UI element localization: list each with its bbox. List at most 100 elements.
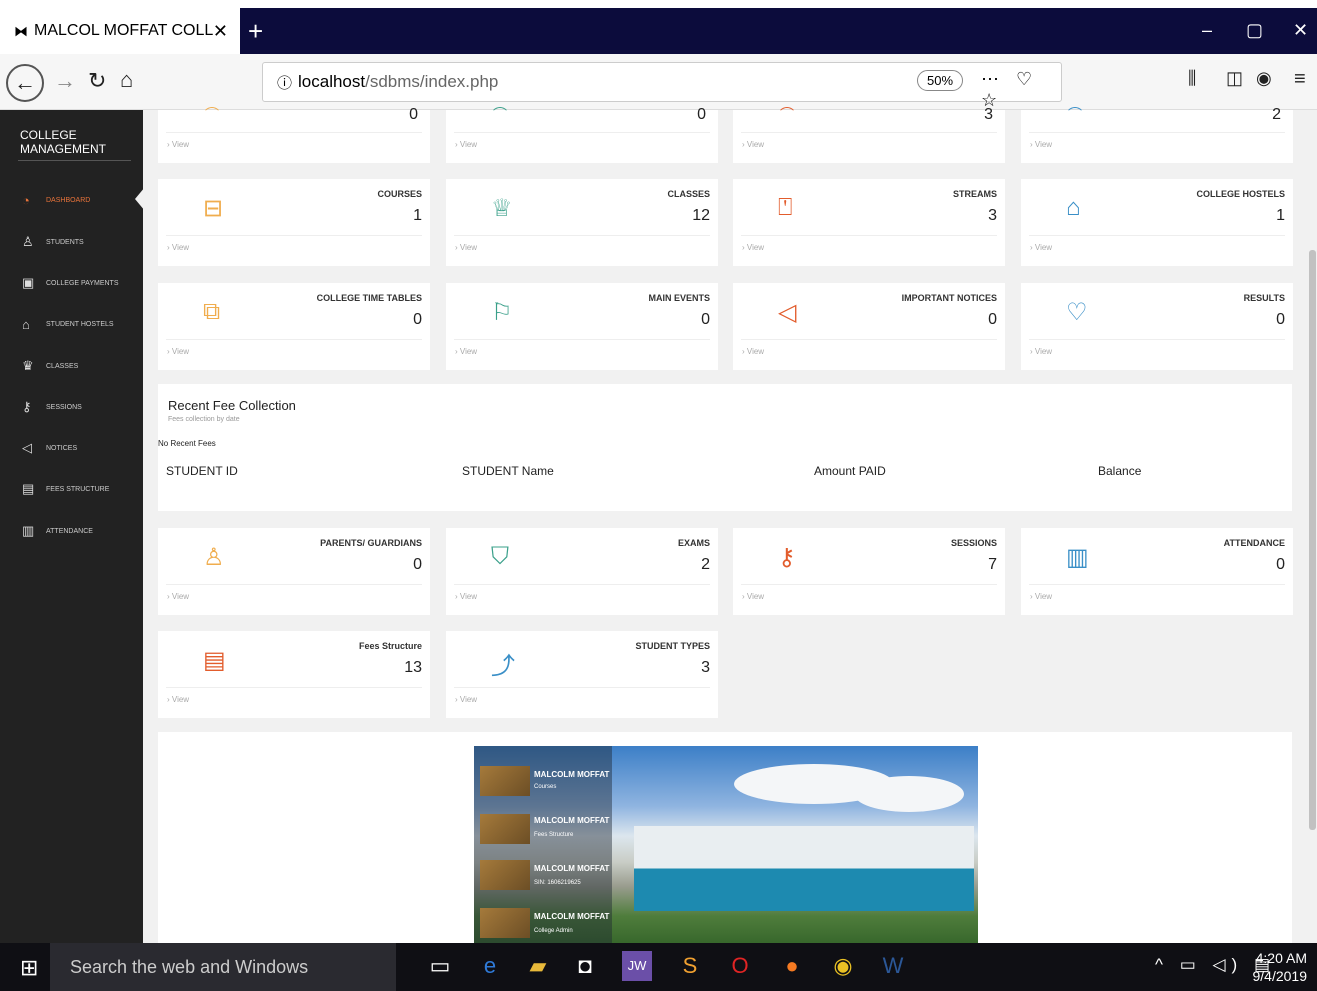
- view-link[interactable]: › View: [167, 695, 189, 704]
- stat-card-partial[interactable]: ⌒ 3 › View: [733, 106, 1005, 163]
- home-icon: ⌂: [1066, 194, 1081, 221]
- extension-icon[interactable]: ◉: [1256, 68, 1272, 89]
- view-link[interactable]: › View: [455, 140, 477, 149]
- sidebar-item-payments[interactable]: ▣ College Payments: [0, 271, 143, 295]
- page-actions[interactable]: ⋯ ♡ ☆: [981, 69, 1061, 111]
- stat-card-partial[interactable]: ⌒ 2 › View: [1021, 106, 1293, 163]
- card-value: 0: [1276, 556, 1285, 573]
- stat-card-events[interactable]: ⚐ MAIN EVENTS 0 › View: [446, 283, 718, 370]
- view-link[interactable]: › View: [167, 347, 189, 356]
- card-value: 0: [701, 311, 710, 328]
- document-icon: ▤: [203, 647, 226, 674]
- panel-subtitle: Fees collection by date: [168, 416, 240, 423]
- view-link[interactable]: › View: [1030, 140, 1052, 149]
- stat-card-timetables[interactable]: ⧉ COLLEGE TIME TABLES 0 › View: [158, 283, 430, 370]
- word-icon[interactable]: W: [878, 951, 908, 981]
- store-icon[interactable]: ◘: [570, 951, 600, 981]
- photo-slider-panel: MALCOLM MOFFAT Courses MALCOLM MOFFAT Fe…: [158, 732, 1292, 943]
- sidebar-item-fees[interactable]: ▤ Fees Structure: [0, 477, 143, 501]
- jw-app-icon[interactable]: JW: [622, 951, 652, 981]
- sublime-icon[interactable]: S: [675, 951, 705, 981]
- windows-start-icon[interactable]: ⊞: [20, 955, 38, 981]
- stat-card-sessions[interactable]: ⚷ SESSIONS 7 › View: [733, 528, 1005, 615]
- payment-icon: ▣: [22, 275, 35, 290]
- close-window-icon[interactable]: ✕: [1293, 20, 1308, 41]
- stat-card-parents[interactable]: ♙ PARENTS/ GUARDIANS 0 › View: [158, 528, 430, 615]
- clock[interactable]: 4:20 AM 9/4/2019: [1253, 949, 1308, 985]
- stat-card-attendance[interactable]: ▥ ATTENDANCE 0 › View: [1021, 528, 1293, 615]
- sidebar-item-sessions[interactable]: ⚷ Sessions: [0, 395, 143, 419]
- stat-card-partial[interactable]: ⌒ 0 › View: [158, 106, 430, 163]
- stat-card-fees-structure[interactable]: ▤ Fees Structure 13 › View: [158, 631, 430, 718]
- sidebar-item-dashboard[interactable]: ◔ Dashboard: [0, 188, 143, 212]
- card-label: ATTENDANCE: [1223, 538, 1285, 548]
- slide-thumb[interactable]: [480, 908, 530, 938]
- new-tab-button[interactable]: +: [248, 16, 263, 47]
- stat-card-notices[interactable]: ◁ IMPORTANT NOTICES 0 › View: [733, 283, 1005, 370]
- zoom-indicator[interactable]: 50%: [917, 70, 964, 91]
- view-link[interactable]: › View: [455, 347, 477, 356]
- card-label: EXAMS: [677, 538, 710, 548]
- sidebar-item-notices[interactable]: ◁ Notices: [0, 436, 143, 460]
- minimize-icon[interactable]: –: [1202, 20, 1212, 41]
- sidebar-item-attendance[interactable]: ▥ Attendance: [0, 519, 143, 543]
- stat-card-streams[interactable]: ⍞ STREAMS 3 › View: [733, 179, 1005, 266]
- view-link[interactable]: › View: [742, 140, 764, 149]
- card-icon: ⌒: [780, 106, 794, 122]
- view-link[interactable]: › View: [455, 695, 477, 704]
- stat-card-classes[interactable]: ♕ CLASSES 12 › View: [446, 179, 718, 266]
- stat-card-exams[interactable]: ⛉ EXAMS 2 › View: [446, 528, 718, 615]
- stat-card-courses[interactable]: ⊟ COURSES 1 › View: [158, 179, 430, 266]
- slide-thumb[interactable]: [480, 766, 530, 796]
- edge-icon[interactable]: e: [475, 951, 505, 981]
- library-icon[interactable]: ⫼: [1188, 68, 1196, 89]
- panel-title: Recent Fee Collection: [168, 398, 296, 413]
- home-button[interactable]: ⌂: [120, 67, 133, 93]
- task-view-icon[interactable]: ▭: [425, 951, 455, 981]
- view-link[interactable]: › View: [742, 243, 764, 252]
- sidebar-item-classes[interactable]: ♛ Classes: [0, 354, 143, 378]
- view-link[interactable]: › View: [167, 140, 189, 149]
- scrollbar-thumb[interactable]: [1309, 250, 1316, 830]
- card-value: 7: [988, 556, 997, 573]
- browser-tab[interactable]: ⧓ MALCOL MOFFAT COLLEGE OF ✕: [0, 8, 240, 54]
- sidebar-toggle-icon[interactable]: ◫: [1226, 68, 1243, 89]
- back-button[interactable]: ←: [6, 64, 44, 102]
- close-tab-icon[interactable]: ✕: [213, 21, 228, 42]
- view-link[interactable]: › View: [1030, 243, 1052, 252]
- sidebar-item-label: College Payments: [46, 279, 119, 287]
- view-link[interactable]: › View: [742, 347, 764, 356]
- card-label: IMPORTANT NOTICES: [901, 293, 997, 303]
- menu-icon[interactable]: ≡: [1294, 68, 1306, 91]
- slide-thumb[interactable]: [480, 860, 530, 890]
- sidebar-item-hostels[interactable]: ⌂ Student Hostels: [0, 312, 143, 336]
- restore-icon[interactable]: ▢: [1246, 20, 1263, 41]
- info-icon[interactable]: ⓘ: [277, 72, 292, 93]
- view-link[interactable]: › View: [1030, 592, 1052, 601]
- file-explorer-icon[interactable]: ▰: [523, 951, 553, 981]
- card-label: SESSIONS: [950, 538, 997, 548]
- view-link[interactable]: › View: [1030, 347, 1052, 356]
- taskbar-search[interactable]: Search the web and Windows: [50, 943, 396, 991]
- sidebar-item-label: Fees Structure: [46, 485, 110, 493]
- slide-thumb[interactable]: [480, 814, 530, 844]
- sidebar-item-students[interactable]: ♙ Students: [0, 230, 143, 254]
- forward-button[interactable]: →: [54, 68, 76, 94]
- view-link[interactable]: › View: [742, 592, 764, 601]
- key-icon: ⚷: [778, 544, 796, 571]
- chrome-icon[interactable]: ◉: [828, 951, 858, 981]
- document-icon: ▤: [22, 481, 35, 496]
- stat-card-partial[interactable]: ⌒ 0 › View: [446, 106, 718, 163]
- view-link[interactable]: › View: [455, 243, 477, 252]
- opera-icon[interactable]: O: [725, 951, 755, 981]
- view-link[interactable]: › View: [455, 592, 477, 601]
- stat-card-hostels[interactable]: ⌂ COLLEGE HOSTELS 1 › View: [1021, 179, 1293, 266]
- firefox-icon[interactable]: ●: [777, 951, 807, 981]
- sidebar-item-label: Attendance: [46, 527, 93, 535]
- view-link[interactable]: › View: [167, 592, 189, 601]
- view-link[interactable]: › View: [167, 243, 189, 252]
- stat-card-results[interactable]: ♡ RESULTS 0 › View: [1021, 283, 1293, 370]
- stat-card-student-types[interactable]: ⤴ STUDENT TYPES 3 › View: [446, 631, 718, 718]
- url-bar[interactable]: ⓘ localhost /sdbms/index.php 50% ⋯ ♡ ☆: [262, 62, 1062, 110]
- reload-button[interactable]: ↻: [88, 68, 106, 94]
